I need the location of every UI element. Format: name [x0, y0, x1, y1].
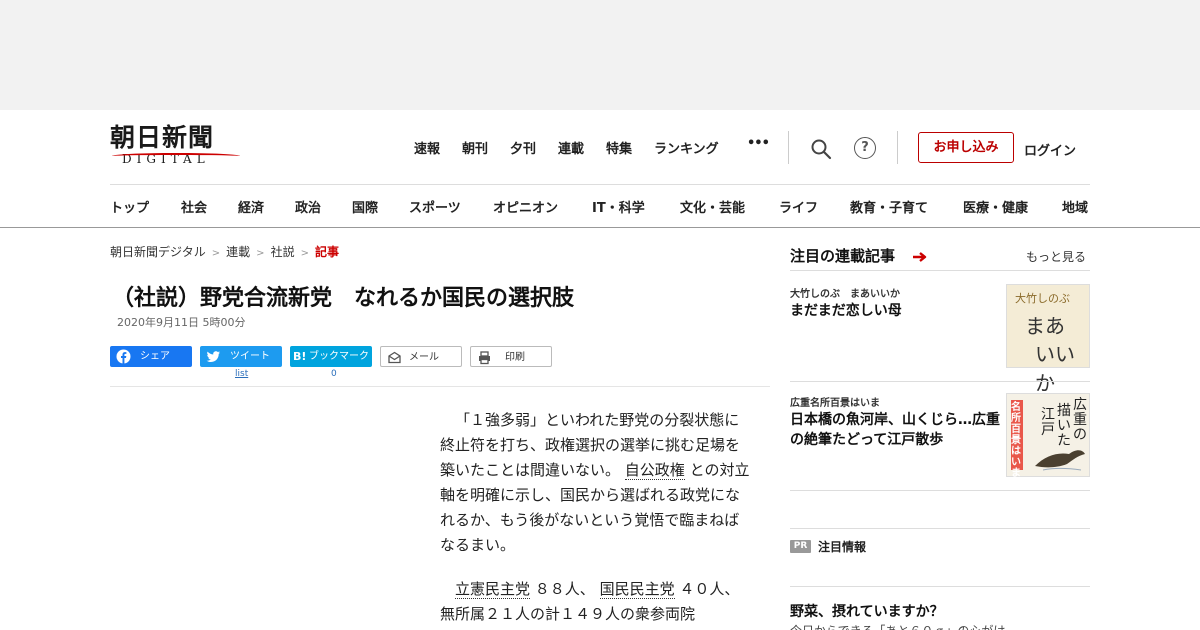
breadcrumb-home[interactable]: 朝日新聞デジタル [110, 245, 206, 259]
article-headline: （社説）野党合流新党 なれるか国民の選択肢 [112, 286, 575, 311]
thumbnail-text: 大竹しのぶ [1015, 292, 1070, 305]
category-culture[interactable]: 文化・芸能 [680, 197, 745, 216]
top-nav-item-series[interactable]: 連載 [558, 138, 584, 157]
category-education[interactable]: 教育・子育て [850, 197, 928, 216]
category-opinion[interactable]: オピニオン [493, 197, 558, 216]
printer-icon [479, 351, 490, 365]
pr-badge: PR [790, 540, 811, 553]
card-kicker[interactable]: 広重名所百景はいま [790, 394, 880, 409]
category-politics[interactable]: 政治 [295, 197, 321, 216]
login-link[interactable]: ログイン [1024, 140, 1076, 159]
help-icon[interactable]: ? [854, 137, 876, 159]
sidebar-rule [790, 381, 1090, 382]
thumbnail-text: まあ [1025, 314, 1065, 338]
article-paragraph-2: 立憲民主党 ８８人、 国民民主党 ４０人、無所属２１人の計１４９人の衆参両院 [440, 577, 750, 627]
sidebar-rule [790, 528, 1090, 529]
facebook-share-button[interactable]: シェア [110, 346, 192, 367]
breadcrumb-current: 記事 [314, 245, 339, 259]
more-menu-icon[interactable]: ••• [747, 136, 770, 151]
term-link-dpfp[interactable]: 国民民主党 [599, 580, 675, 599]
breadcrumb-series[interactable]: 連載 [226, 245, 250, 259]
sidebar-heading[interactable]: 注目の連載記事 [790, 245, 895, 266]
pr-section-label: 注目情報 [818, 540, 867, 554]
card-kicker[interactable]: 大竹しのぶ まあいいか [790, 285, 900, 300]
card-thumbnail[interactable]: 大竹しのぶ まあ いいか [1006, 284, 1090, 395]
print-button[interactable]: 印刷 [470, 346, 552, 367]
term-link-coalition[interactable]: 自公政権 [624, 461, 685, 480]
thumbnail-text: いいか [1035, 342, 1075, 395]
header-divider [788, 131, 789, 164]
category-society[interactable]: 社会 [181, 197, 207, 216]
hatena-bookmark-icon: B! [293, 350, 307, 363]
arrow-right-icon[interactable] [912, 251, 928, 263]
ad-banner-area [0, 0, 1200, 110]
logo-main-text: 朝日新聞 [110, 123, 215, 152]
thumbnail-text: 名所百景はいま [1011, 402, 1021, 479]
breadcrumb-editorial[interactable]: 社説 [271, 245, 295, 259]
breadcrumb-separator: > [300, 248, 309, 259]
category-sports[interactable]: スポーツ [409, 197, 461, 216]
pr-subtitle[interactable]: 今日からできる「あと６０ｇ」の心がけ [790, 622, 1005, 630]
apply-button[interactable]: お申し込み [918, 132, 1014, 163]
logo-swoosh [112, 153, 240, 159]
category-economy[interactable]: 経済 [238, 197, 264, 216]
sidebar-rule [790, 490, 1090, 491]
article-date: 2020年9月11日 5時00分 [117, 316, 246, 329]
thumbnail-text: 描いた [1057, 403, 1071, 449]
facebook-icon [116, 349, 131, 364]
search-icon[interactable] [810, 138, 832, 160]
thumbnail-text: 江戸 [1041, 407, 1055, 438]
top-nav-item-morning[interactable]: 朝刊 [462, 138, 488, 157]
breadcrumb-separator: > [211, 248, 221, 259]
term-link-cdp[interactable]: 立憲民主党 [455, 580, 531, 599]
mail-share-button[interactable]: メール [380, 346, 462, 367]
mail-icon [388, 351, 401, 364]
mail-share-label: メール [409, 352, 439, 363]
top-nav-item-breaking[interactable]: 速報 [414, 138, 440, 157]
share-rule [110, 386, 770, 387]
hatena-count: 0 [331, 369, 337, 379]
category-health[interactable]: 医療・健康 [963, 197, 1028, 216]
thumbnail-text: 広重の [1073, 397, 1087, 443]
site-logo[interactable]: 朝日新聞 DIGITAL [110, 124, 240, 170]
category-life[interactable]: ライフ [779, 197, 818, 216]
breadcrumb: 朝日新聞デジタル > 連載 > 社説 > 記事 [110, 243, 339, 260]
card-title[interactable]: 日本橋の魚河岸、山くじら…広重の絶筆たどって江戸散歩 [790, 410, 1002, 450]
hatena-bookmark-label: ブックマーク [309, 351, 369, 362]
category-it-science[interactable]: IT・科学 [592, 197, 645, 216]
header-divider-2 [897, 131, 898, 164]
hatena-bookmark-button[interactable]: B! ブックマーク [290, 346, 372, 367]
article-paragraph-1: 「１強多弱」といわれた野党の分裂状態に終止符を打ち、政権選択の選挙に挑む足場を築… [440, 408, 750, 558]
category-international[interactable]: 国際 [352, 197, 378, 216]
category-top[interactable]: トップ [110, 197, 149, 216]
facebook-share-label: シェア [140, 351, 170, 362]
sidebar-rule [790, 586, 1090, 587]
pr-title[interactable]: 野菜、摂れていますか？ [790, 601, 944, 621]
card-thumbnail[interactable]: 名所百景はいま 広重の 描いた 江戸 [1006, 393, 1090, 479]
sidebar-rule [790, 270, 1090, 271]
top-nav-item-features[interactable]: 特集 [606, 138, 632, 157]
twitter-tweet-button[interactable]: ツイート [200, 346, 282, 367]
top-nav-item-evening[interactable]: 夕刊 [510, 138, 536, 157]
breadcrumb-separator: > [256, 248, 265, 259]
paragraph-text: ８８人、 [534, 580, 595, 598]
sidebar-more-link[interactable]: もっと見る [1026, 248, 1086, 265]
category-local[interactable]: 地域 [1062, 197, 1088, 216]
twitter-count[interactable]: list [235, 369, 248, 379]
twitter-bird-icon [206, 351, 220, 362]
twitter-tweet-label: ツイート [230, 351, 270, 362]
print-label: 印刷 [505, 352, 525, 363]
top-nav-item-ranking[interactable]: ランキング [654, 138, 719, 157]
header-rule [110, 184, 1090, 185]
bird-illustration [1035, 450, 1085, 471]
nav-rule [0, 227, 1200, 228]
card-title[interactable]: まだまだ恋しい母 [790, 301, 1002, 321]
